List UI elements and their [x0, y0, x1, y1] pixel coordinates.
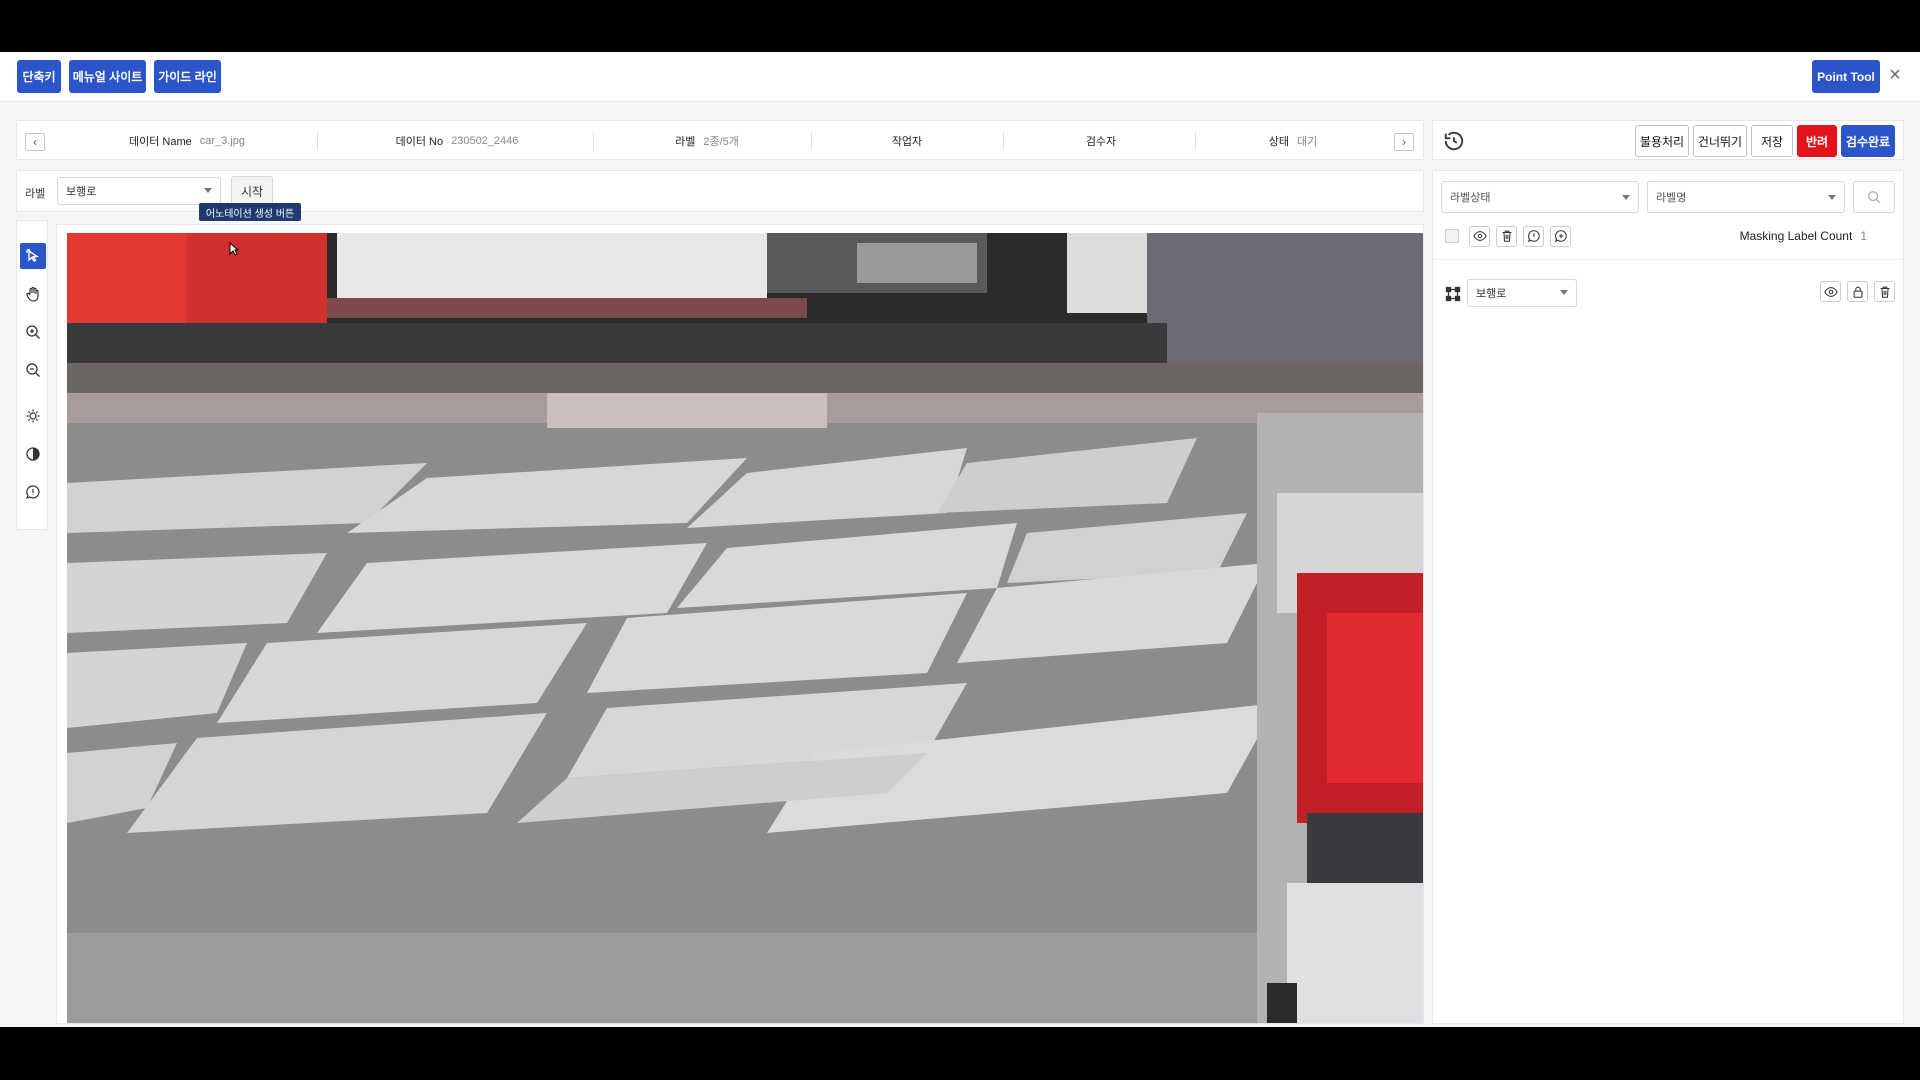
next-data-button[interactable]: ›: [1394, 133, 1414, 151]
status-field: 상태 대기: [1203, 121, 1383, 161]
inspector-label: 검수자: [1085, 136, 1117, 148]
bulk-action-row: [1445, 225, 1571, 247]
status-value: 대기: [1297, 136, 1318, 148]
divider: [1003, 132, 1004, 150]
data-info-bar: ‹ 데이터 Name car_3.jpg 데이터 No 230502_2446 …: [16, 120, 1424, 160]
label-item[interactable]: 보행로: [1445, 279, 1895, 309]
add-comment-icon[interactable]: [1550, 225, 1571, 247]
eye-icon[interactable]: [1820, 281, 1841, 302]
point-tool-button[interactable]: Point Tool: [1812, 60, 1880, 93]
top-toolbar: 단축키 메뉴얼 사이트 가이드 라인 Point Tool ×: [0, 52, 1920, 102]
label-count-field: 라벨 2종/5개: [607, 121, 807, 161]
brightness-icon[interactable]: [20, 403, 46, 429]
hand-pan-icon[interactable]: [20, 281, 46, 307]
label-select-value: 보행로: [66, 186, 97, 198]
label-status-filter[interactable]: 라벨상태: [1441, 181, 1639, 213]
guideline-button[interactable]: 가이드 라인: [154, 60, 221, 93]
prev-data-button[interactable]: ‹: [25, 133, 45, 151]
select-all-checkbox[interactable]: [1445, 229, 1459, 243]
lock-icon[interactable]: [1847, 281, 1868, 302]
polygon-shape-icon: [1445, 286, 1461, 302]
masking-label-count: Masking Label Count 1: [1740, 229, 1867, 243]
mask-count-label: Masking Label Count: [1739, 229, 1853, 243]
trash-icon[interactable]: [1874, 281, 1895, 302]
chevron-down-icon: [204, 188, 212, 193]
action-bar: 불용처리 건너뛰기 저장 반려 검수완료: [1432, 120, 1904, 160]
road-crosswalk-image: [67, 233, 1423, 1023]
save-button[interactable]: 저장: [1751, 125, 1793, 157]
divider: [1195, 132, 1196, 150]
label-count-value: 2종/5개: [703, 136, 739, 148]
skip-button[interactable]: 건너뛰기: [1693, 125, 1747, 157]
inspector-field: 검수자: [1011, 121, 1191, 161]
history-icon[interactable]: [1443, 130, 1465, 152]
data-name-field: 데이터 Name car_3.jpg: [77, 121, 297, 161]
select-tool-icon[interactable]: [20, 243, 46, 269]
shortcut-button[interactable]: 단축키: [17, 60, 61, 93]
worker-label: 작업자: [891, 136, 923, 148]
zoom-out-icon[interactable]: [20, 357, 46, 383]
label-item-class-select[interactable]: 보행로: [1467, 279, 1577, 307]
label-name-filter-value: 라벨명: [1656, 192, 1687, 204]
invalid-button[interactable]: 불용처리: [1635, 125, 1689, 157]
search-button[interactable]: [1853, 181, 1895, 213]
label-caption: 라벨: [25, 188, 46, 200]
label-name-filter[interactable]: 라벨명: [1647, 181, 1845, 213]
status-label: 상태: [1268, 136, 1289, 148]
chevron-down-icon: [1622, 195, 1630, 200]
annotation-tool-window: 단축키 메뉴얼 사이트 가이드 라인 Point Tool × ‹ 데이터 Na…: [0, 52, 1920, 1027]
label-status-filter-value: 라벨상태: [1450, 192, 1491, 204]
close-icon[interactable]: ×: [1884, 64, 1906, 86]
approve-button[interactable]: 검수완료: [1841, 125, 1895, 157]
annotation-canvas[interactable]: [56, 224, 1424, 1024]
divider: [1433, 259, 1903, 260]
data-no-field: 데이터 No 230502_2446: [337, 121, 577, 161]
trash-icon[interactable]: [1496, 225, 1517, 247]
data-no-value: 230502_2446: [451, 135, 519, 147]
data-name-label: 데이터 Name: [128, 136, 192, 148]
alert-comment-icon[interactable]: [1523, 225, 1544, 247]
divider: [317, 132, 318, 150]
tool-palette: [16, 220, 48, 530]
mask-count-value: 1: [1860, 229, 1867, 243]
eye-icon[interactable]: [1469, 225, 1490, 247]
data-no-label: 데이터 No: [395, 136, 444, 148]
start-annotation-button[interactable]: 시작: [231, 176, 273, 206]
zoom-in-icon[interactable]: [20, 319, 46, 345]
tooltip: 어노테이션 생성 버튼: [199, 203, 301, 221]
label-item-actions: [1820, 281, 1895, 302]
contrast-icon[interactable]: [20, 441, 46, 467]
data-name-value: car_3.jpg: [199, 135, 246, 147]
comment-icon[interactable]: [20, 479, 46, 505]
manual-site-button[interactable]: 메뉴얼 사이트: [69, 60, 146, 93]
divider: [593, 132, 594, 150]
chevron-down-icon: [1560, 290, 1568, 295]
mouse-cursor-icon: [229, 242, 239, 256]
search-icon: [1868, 191, 1881, 204]
worker-field: 작업자: [817, 121, 997, 161]
label-select[interactable]: 보행로: [57, 177, 221, 205]
label-list-panel: 라벨상태 라벨명 Masking Label Count 1 보행로: [1432, 170, 1904, 1024]
reject-button[interactable]: 반려: [1797, 125, 1837, 157]
divider: [811, 132, 812, 150]
label-item-class-value: 보행로: [1476, 288, 1507, 300]
chevron-down-icon: [1828, 195, 1836, 200]
label-count-label: 라벨: [675, 136, 696, 148]
